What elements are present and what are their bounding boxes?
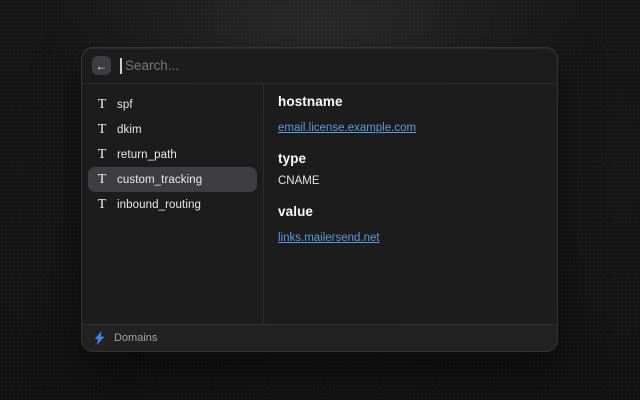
list-item-dkim[interactable]: T dkim bbox=[88, 117, 257, 142]
text-icon: T bbox=[96, 173, 108, 187]
list-item-label: custom_tracking bbox=[117, 174, 202, 186]
list-item-inbound-routing[interactable]: T inbound_routing bbox=[88, 192, 257, 217]
list-item-label: inbound_routing bbox=[117, 199, 201, 211]
desktop-background: ← T spf T dkim T return_path bbox=[0, 0, 640, 400]
list-item-label: return_path bbox=[117, 149, 177, 161]
footer-app-name: Domains bbox=[114, 332, 157, 344]
list-item-spf[interactable]: T spf bbox=[88, 92, 257, 117]
list-item-return-path[interactable]: T return_path bbox=[88, 142, 257, 167]
list-item-label: spf bbox=[117, 99, 133, 111]
field-label-type: type bbox=[278, 151, 543, 166]
type-value: CNAME bbox=[278, 175, 543, 187]
hostname-link[interactable]: email.license.example.com bbox=[278, 122, 416, 134]
list-item-label: dkim bbox=[117, 124, 142, 136]
arrow-left-icon: ← bbox=[96, 57, 108, 75]
list-item-custom-tracking[interactable]: T custom_tracking bbox=[88, 167, 257, 192]
detail-panel: hostname email.license.example.com type … bbox=[264, 84, 557, 324]
text-icon: T bbox=[96, 123, 108, 137]
value-link[interactable]: links.mailersend.net bbox=[278, 232, 380, 244]
record-list: T spf T dkim T return_path T custom_trac… bbox=[82, 84, 264, 324]
text-icon: T bbox=[96, 148, 108, 162]
text-icon: T bbox=[96, 198, 108, 212]
main-content: T spf T dkim T return_path T custom_trac… bbox=[82, 84, 557, 324]
search-input[interactable] bbox=[122, 58, 547, 73]
field-label-hostname: hostname bbox=[278, 94, 543, 109]
text-icon: T bbox=[96, 98, 108, 112]
search-bar: ← bbox=[82, 48, 557, 84]
footer-bar: Domains bbox=[82, 324, 557, 351]
lightning-bolt-icon bbox=[93, 331, 106, 345]
field-label-value: value bbox=[278, 204, 543, 219]
back-button[interactable]: ← bbox=[92, 56, 111, 75]
launcher-window: ← T spf T dkim T return_path bbox=[81, 47, 558, 352]
